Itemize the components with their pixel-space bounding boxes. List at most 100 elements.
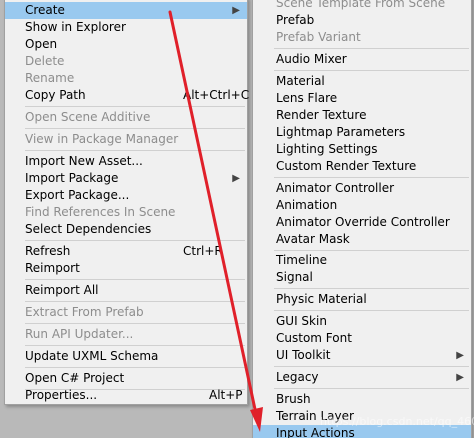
menu-item-brush[interactable]: Brush (253, 391, 471, 408)
menu-item-label: Run API Updater... (25, 327, 134, 341)
menu-item-open-scene-additive[interactable]: Open Scene Additive (5, 109, 247, 126)
menu-item-extract-from-prefab[interactable]: Extract From Prefab (5, 304, 247, 321)
menu-item-import-new-asset[interactable]: Import New Asset... (5, 153, 247, 170)
menu-item-lighting-settings[interactable]: Lighting Settings (253, 141, 471, 158)
menu-item-label: Brush (276, 392, 311, 406)
menu-item-scene-template[interactable]: Scene Template From Scene (253, 0, 471, 12)
menu-item-material[interactable]: Material (253, 73, 471, 90)
menu-item-label: Select Dependencies (25, 222, 152, 236)
menu-item-label: Signal (276, 270, 313, 284)
menu-item-update-uxml-schema[interactable]: Update UXML Schema (5, 348, 247, 365)
menu-item-label: Animator Controller (276, 181, 395, 195)
menu-separator (25, 345, 245, 346)
menu-item-label: Animation (276, 198, 338, 212)
menu-item-import-package[interactable]: Import Package ▶ (5, 170, 247, 187)
menu-item-gui-skin[interactable]: GUI Skin (253, 313, 471, 330)
menu-item-label: Rename (25, 71, 75, 85)
menu-item-animation[interactable]: Animation (253, 197, 471, 214)
menu-item-lightmap-parameters[interactable]: Lightmap Parameters (253, 124, 471, 141)
menu-item-label: Avatar Mask (276, 232, 350, 246)
menu-item-label: Audio Mixer (276, 52, 347, 66)
menu-item-custom-font[interactable]: Custom Font (253, 330, 471, 347)
submenu-arrow-icon: ▶ (456, 372, 464, 383)
menu-item-properties[interactable]: Properties... Alt+P (5, 387, 247, 404)
menu-item-open[interactable]: Open (5, 36, 247, 53)
menu-item-label: Create (25, 3, 65, 17)
menu-item-timeline[interactable]: Timeline (253, 252, 471, 269)
menu-item-label: Render Texture (276, 108, 367, 122)
menu-item-label: Physic Material (276, 292, 367, 306)
menu-item-select-dependencies[interactable]: Select Dependencies (5, 221, 247, 238)
menu-item-copy-path[interactable]: Copy Path Alt+Ctrl+C (5, 87, 250, 104)
menu-item-open-csharp-project[interactable]: Open C# Project (5, 370, 247, 387)
menu-separator (25, 323, 245, 324)
menu-item-label: Open (25, 37, 58, 51)
menu-item-avatar-mask[interactable]: Avatar Mask (253, 231, 471, 248)
menu-item-label: Prefab Variant (276, 30, 361, 44)
menu-separator (274, 288, 469, 289)
menu-separator (25, 301, 245, 302)
menu-separator (274, 48, 469, 49)
menu-item-label: Scene Template From Scene (276, 0, 446, 10)
menu-item-delete[interactable]: Delete (5, 53, 247, 70)
menu-item-prefab[interactable]: Prefab (253, 12, 471, 29)
menu-item-show-in-explorer[interactable]: Show in Explorer (5, 19, 247, 36)
menu-separator (25, 367, 245, 368)
menu-item-label: Timeline (276, 253, 328, 267)
shortcut-label: Alt+P (209, 388, 243, 402)
submenu-arrow-icon: ▶ (232, 173, 240, 184)
submenu-arrow-icon: ▶ (232, 5, 240, 16)
menu-item-view-in-package-manager[interactable]: View in Package Manager (5, 131, 247, 148)
menu-item-label: Delete (25, 54, 65, 68)
menu-separator (25, 128, 245, 129)
menu-item-rename[interactable]: Rename (5, 70, 247, 87)
menu-item-label: Legacy (276, 370, 319, 384)
project-context-menu: Create ▶ Show in Explorer Open Delete Re… (4, 0, 250, 405)
menu-item-label: Lens Flare (276, 91, 338, 105)
watermark-text: https://blog.csdn.net/qq_46013696 (320, 415, 474, 428)
menu-item-reimport[interactable]: Reimport (5, 260, 247, 277)
menu-item-label: Copy Path (25, 88, 86, 102)
menu-separator (274, 366, 469, 367)
menu-separator (25, 279, 245, 280)
menu-item-label: Find References In Scene (25, 205, 176, 219)
menu-item-legacy[interactable]: Legacy ▶ (253, 369, 471, 386)
menu-separator (25, 240, 245, 241)
shortcut-label: Alt+Ctrl+C (183, 88, 250, 102)
menu-separator (274, 388, 469, 389)
menu-item-label: GUI Skin (276, 314, 327, 328)
menu-item-label: Material (276, 74, 325, 88)
menu-item-refresh[interactable]: Refresh Ctrl+R (5, 243, 247, 260)
menu-item-audio-mixer[interactable]: Audio Mixer (253, 51, 471, 68)
menu-item-animator-override-controller[interactable]: Animator Override Controller (253, 214, 471, 231)
menu-item-label: Refresh (25, 244, 71, 258)
menu-item-label: Custom Font (276, 331, 352, 345)
menu-item-physic-material[interactable]: Physic Material (253, 291, 471, 308)
menu-item-find-references[interactable]: Find References In Scene (5, 204, 247, 221)
menu-item-render-texture[interactable]: Render Texture (253, 107, 471, 124)
menu-item-animator-controller[interactable]: Animator Controller (253, 180, 471, 197)
menu-item-label: Lightmap Parameters (276, 125, 406, 139)
menu-separator (25, 106, 245, 107)
menu-item-reimport-all[interactable]: Reimport All (5, 282, 247, 299)
shortcut-label: Ctrl+R (183, 244, 223, 258)
menu-item-ui-toolkit[interactable]: UI Toolkit ▶ (253, 347, 471, 364)
menu-item-label: Import Package (25, 171, 119, 185)
menu-separator (274, 177, 469, 178)
menu-item-label: Animator Override Controller (276, 215, 450, 229)
menu-item-label: Custom Render Texture (276, 159, 417, 173)
menu-separator (25, 150, 245, 151)
menu-item-lens-flare[interactable]: Lens Flare (253, 90, 471, 107)
create-submenu: Scene Template From Scene Prefab Prefab … (252, 0, 472, 438)
menu-item-label: Export Package... (25, 188, 130, 202)
menu-item-create[interactable]: Create ▶ (5, 2, 247, 19)
menu-item-signal[interactable]: Signal (253, 269, 471, 286)
menu-item-custom-render-texture[interactable]: Custom Render Texture (253, 158, 471, 175)
menu-item-prefab-variant[interactable]: Prefab Variant (253, 29, 471, 46)
menu-item-label: UI Toolkit (276, 348, 331, 362)
menu-item-export-package[interactable]: Export Package... (5, 187, 247, 204)
menu-item-label: Prefab (276, 13, 315, 27)
menu-item-label: Update UXML Schema (25, 349, 159, 363)
menu-item-label: Open C# Project (25, 371, 125, 385)
menu-item-run-api-updater[interactable]: Run API Updater... (5, 326, 247, 343)
